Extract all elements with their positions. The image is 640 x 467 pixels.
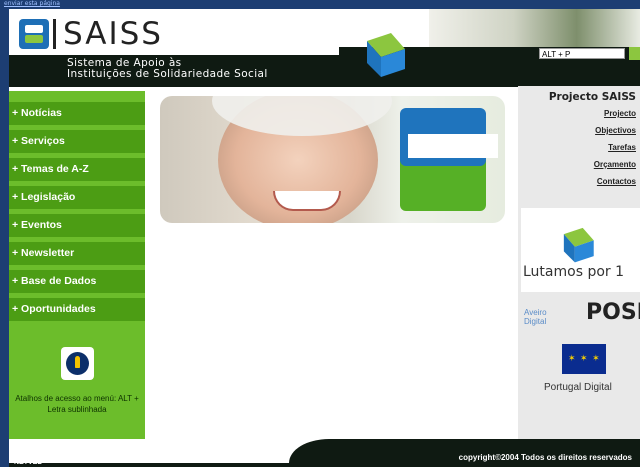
shortcut-field[interactable]: ALT + P (539, 48, 625, 59)
aveiro-digital-logo[interactable]: Aveiro Digital (524, 308, 568, 326)
keyhole-icon (61, 347, 94, 380)
link-contactos[interactable]: Contactos (597, 177, 636, 186)
cube-logo-icon (367, 33, 405, 77)
project-title: Projecto SAISS (548, 91, 636, 103)
nav-item-base-de-dados[interactable]: + Base de Dados (9, 270, 145, 293)
hero-image (160, 96, 505, 223)
smile-shape (273, 191, 341, 211)
posi-logo[interactable]: POSI (586, 300, 640, 325)
nav-item-newsletter[interactable]: + Newsletter (9, 242, 145, 265)
link-orcamento[interactable]: Orçamento (594, 160, 636, 169)
cube-logo-icon (563, 227, 594, 263)
logo-divider (53, 19, 56, 49)
page-frame: SAISS Sistema de Apoio às Instituições d… (9, 9, 640, 467)
netvel-logo[interactable]: NETVEL (14, 459, 42, 466)
site-subtitle: Sistema de Apoio às Instituições de Soli… (67, 58, 268, 80)
lutamos-text: Lutamos por 1 (523, 264, 625, 280)
nav-item-noticias[interactable]: + Notícias (9, 102, 145, 125)
portugal-digital-logo[interactable]: Portugal Digital (544, 382, 612, 393)
subtitle-line-2: Instituições de Solidariedade Social (67, 68, 268, 80)
copyright-text: copyright©2004 Todos os direitos reserva… (458, 453, 632, 462)
nav-item-legislacao[interactable]: + Legislação (9, 186, 145, 209)
link-objectivos[interactable]: Objectivos (595, 126, 636, 135)
header-photo-strip (429, 9, 640, 47)
go-button[interactable] (629, 47, 640, 60)
nav-item-servicos[interactable]: + Serviços (9, 130, 145, 153)
nav-item-temas[interactable]: + Temas de A-Z (9, 158, 145, 181)
link-projecto[interactable]: Projecto (604, 109, 636, 118)
right-column: Projecto SAISS Projecto Objectivos Taref… (518, 86, 640, 448)
corner-link[interactable]: enviar esta página (4, 0, 60, 7)
hero-logo-gap (408, 134, 498, 158)
access-shortcut-hint: Atalhos de acesso ao menú: ALT + Letra s… (15, 394, 139, 414)
eu-flag-icon[interactable] (562, 344, 606, 374)
site-logo-text[interactable]: SAISS (63, 16, 163, 52)
site-header: SAISS Sistema de Apoio às Instituições d… (9, 9, 640, 87)
nav-item-oportunidades[interactable]: + Oportunidades (9, 298, 145, 321)
link-tarefas[interactable]: Tarefas (608, 143, 636, 152)
saiss-logo-icon[interactable] (19, 19, 49, 49)
footer-bottom-band (9, 463, 640, 467)
browser-top-strip: enviar esta página (0, 0, 640, 9)
lutamos-banner[interactable]: Lutamos por 1 (521, 208, 640, 292)
nav-item-eventos[interactable]: + Eventos (9, 214, 145, 237)
